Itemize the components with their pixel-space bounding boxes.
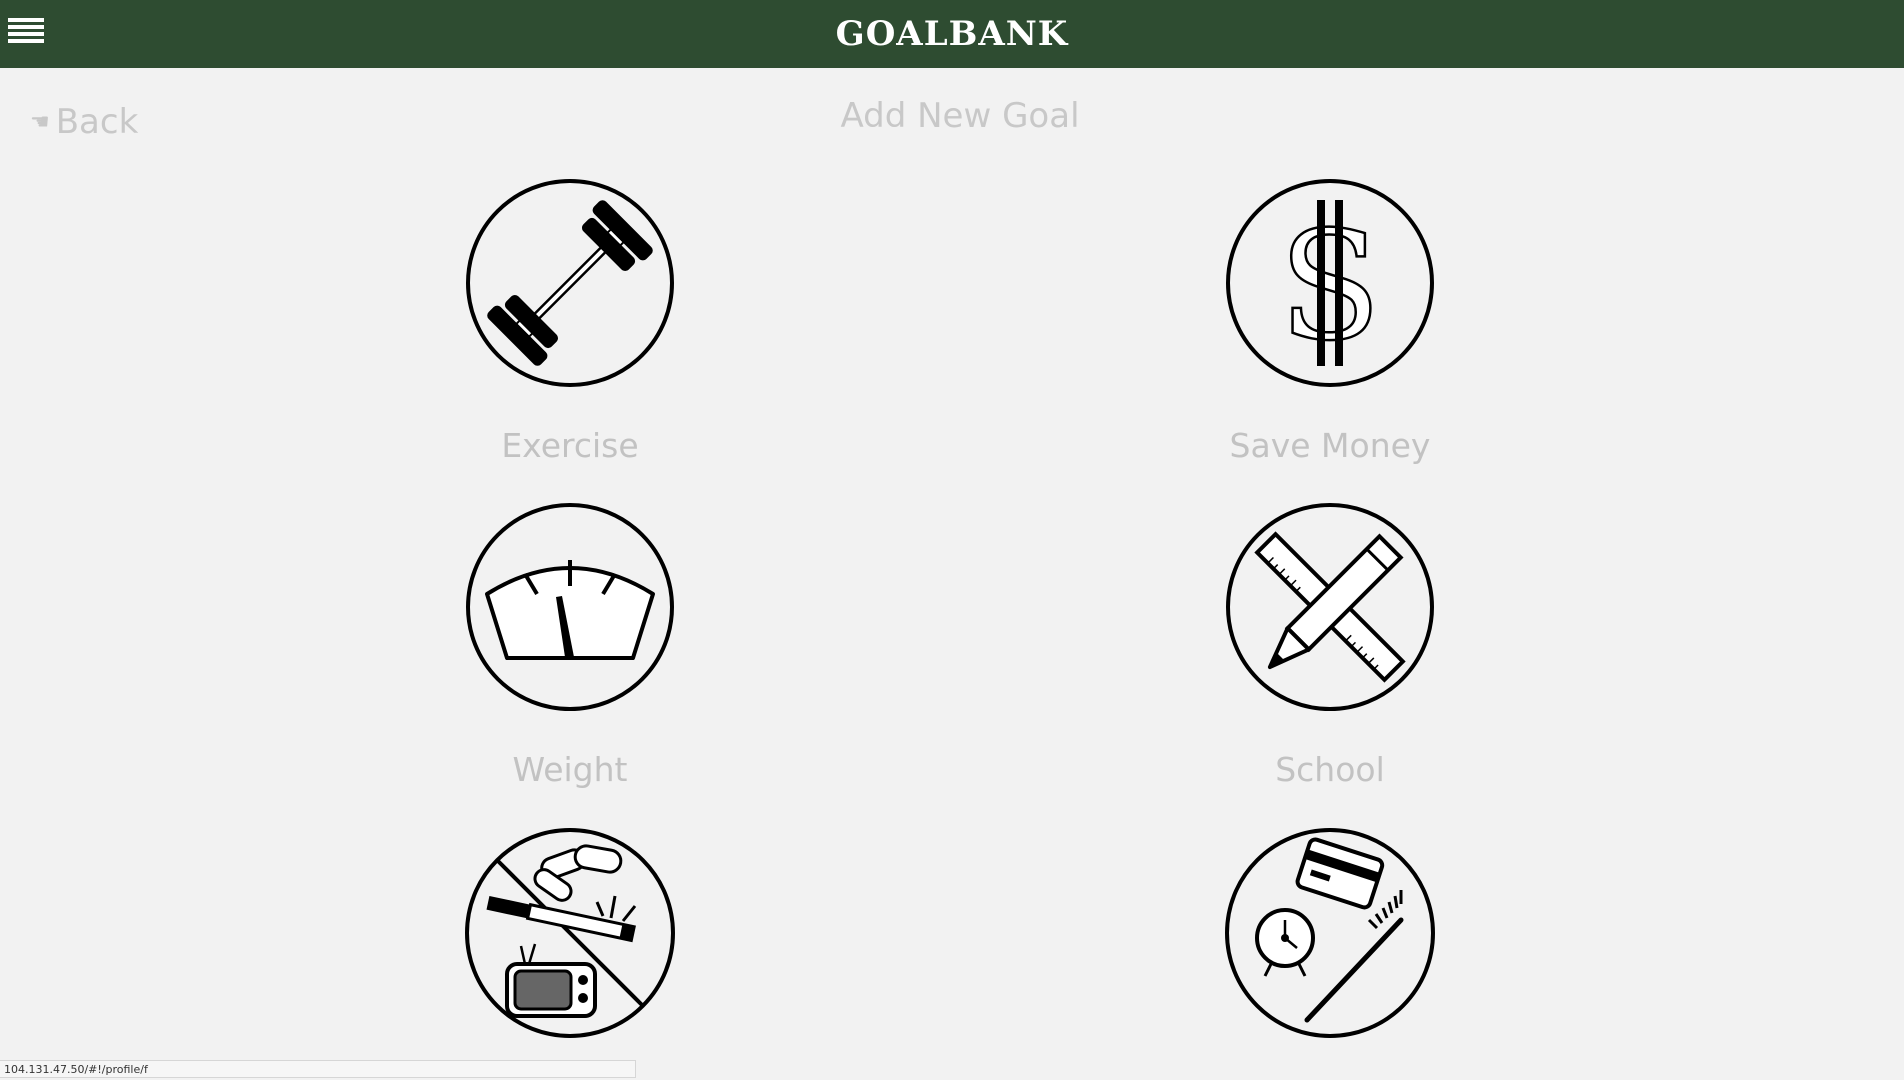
- goal-bad-habits[interactable]: [440, 826, 700, 1078]
- dumbbell-icon: [466, 179, 674, 387]
- svg-text:S: S: [1279, 200, 1382, 374]
- no-bad-habits-icon: [465, 828, 675, 1038]
- brand-title[interactable]: GOALBANK: [0, 0, 1904, 68]
- dollar-sign-icon: S: [1226, 179, 1434, 387]
- hamburger-menu-icon[interactable]: [8, 18, 44, 50]
- goal-daily-routine[interactable]: [1200, 826, 1460, 1078]
- top-bar: GOALBANK: [0, 0, 1904, 68]
- status-bar-url: 104.131.47.50/#!/profile/f: [0, 1060, 636, 1078]
- goal-label: School: [1275, 750, 1385, 789]
- goal-exercise[interactable]: Exercise: [440, 178, 700, 465]
- scale-icon: [466, 503, 674, 711]
- pencil-ruler-icon: [1226, 503, 1434, 711]
- goal-save-money[interactable]: S Save Money: [1200, 178, 1460, 465]
- daily-routine-icon: [1225, 828, 1435, 1038]
- goal-label: Weight: [512, 750, 628, 789]
- goal-school[interactable]: School: [1200, 502, 1460, 789]
- goal-label: Exercise: [501, 426, 639, 465]
- goal-label: Save Money: [1229, 426, 1431, 465]
- page-title: Add New Goal: [840, 96, 1080, 136]
- goal-weight[interactable]: Weight: [440, 502, 700, 789]
